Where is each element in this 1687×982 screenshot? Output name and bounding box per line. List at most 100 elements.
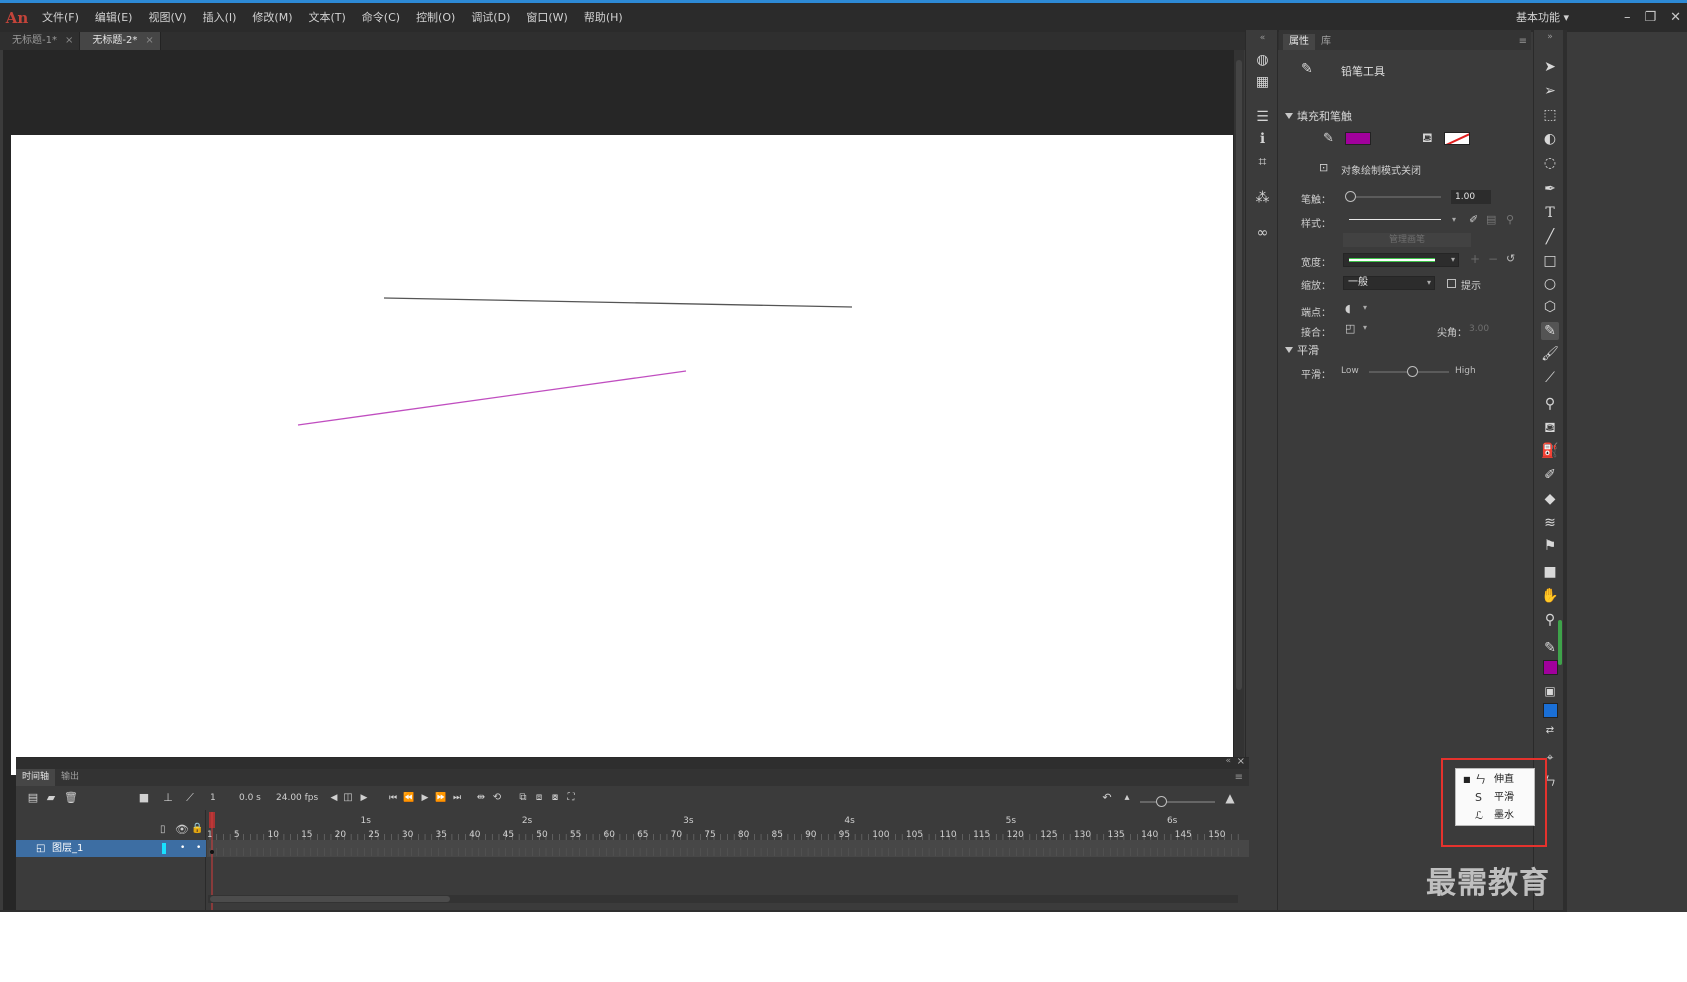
timeline-zoom-track[interactable]	[1140, 801, 1215, 803]
paint-bucket-tool-icon[interactable]: ⛾	[1541, 419, 1559, 437]
edit-style-icon[interactable]: ✐	[1469, 213, 1478, 226]
reset-width-icon[interactable]: ↺	[1506, 252, 1515, 265]
hint-checkbox[interactable]	[1447, 279, 1456, 288]
onion-outline-icon[interactable]: ⧈	[532, 790, 546, 806]
scrollbar-thumb[interactable]	[1236, 60, 1242, 690]
brush-tool-icon[interactable]: ⟋	[1541, 369, 1559, 387]
visibility-dot[interactable]: •	[180, 840, 185, 857]
collapse-arrows-icon[interactable]: «	[1254, 30, 1271, 47]
remove-width-icon[interactable]: −	[1488, 252, 1498, 266]
menu-commands[interactable]: 命令(C)	[354, 3, 408, 32]
join-round-icon[interactable]: ◰	[1345, 322, 1355, 335]
modify-markers-icon[interactable]: ⛶	[564, 790, 578, 806]
subselection-tool-icon[interactable]: ➢	[1541, 82, 1559, 100]
smooth-slider-knob[interactable]	[1407, 366, 1418, 377]
lock-icon[interactable]: 🔒	[191, 823, 203, 834]
keyframe-dot[interactable]	[210, 850, 214, 854]
pencil-tool-icon[interactable]: ✎	[1541, 322, 1559, 340]
frame-rate[interactable]: 24.00 fps	[276, 790, 318, 806]
tools-scroll-indicator[interactable]	[1558, 620, 1562, 665]
prev-keyframe-icon[interactable]: ◀	[328, 790, 340, 806]
pen-tool-icon[interactable]: ✒	[1541, 180, 1559, 198]
stroke-color-swatch[interactable]	[1345, 132, 1371, 145]
free-transform-tool-icon[interactable]: ⬚	[1541, 106, 1559, 124]
collapse-arrows-icon[interactable]: »	[1541, 28, 1559, 46]
center-frame-icon[interactable]: ⇹	[474, 790, 488, 806]
menu-help[interactable]: 帮助(H)	[576, 3, 631, 32]
bone-tool-icon[interactable]: ⚲	[1541, 395, 1559, 413]
menu-window[interactable]: 窗口(W)	[518, 3, 575, 32]
rectangle-tool-icon[interactable]: □	[1541, 252, 1559, 270]
polystar-tool-icon[interactable]: ⬡	[1541, 298, 1559, 316]
delete-layer-icon[interactable]: 🗑	[64, 790, 78, 806]
timeline-zoom-knob[interactable]	[1156, 796, 1167, 807]
graph-icon[interactable]: ⟋	[182, 790, 198, 806]
eye-icon[interactable]: 👁	[175, 823, 189, 836]
layer-color-outline[interactable]	[162, 843, 166, 854]
close-icon[interactable]: ×	[1237, 756, 1245, 767]
lasso-tool-icon[interactable]: ◌	[1541, 154, 1559, 172]
insert-keyframe-icon[interactable]: ◫	[342, 790, 354, 806]
width-profile-dropdown[interactable]: ▾	[1343, 253, 1459, 267]
stage-canvas[interactable]	[11, 135, 1233, 775]
swap-colors-icon[interactable]: ⇄	[1541, 722, 1559, 740]
close-window-button[interactable]: ✕	[1670, 10, 1681, 25]
transform-icon[interactable]: ⌗	[1254, 154, 1271, 171]
onion-skin-icon[interactable]: ⧉	[516, 790, 530, 806]
manage-brush-button[interactable]: 管理画笔	[1343, 233, 1471, 247]
next-keyframe-icon[interactable]: ▶	[358, 790, 370, 806]
hand-tool-icon[interactable]: ✋	[1541, 587, 1559, 605]
play-icon[interactable]: ▶	[418, 790, 432, 806]
section-fill-stroke[interactable]: 填充和笔触	[1279, 108, 1531, 123]
miter-value[interactable]: 3.00	[1469, 324, 1489, 334]
tab-library[interactable]: 库	[1315, 34, 1337, 50]
menu-edit[interactable]: 编辑(E)	[87, 3, 141, 32]
cap-round-icon[interactable]: ◖	[1345, 302, 1351, 315]
3d-rotation-tool-icon[interactable]: ◐	[1541, 130, 1559, 148]
brush-library-icon[interactable]: ▤	[1486, 213, 1496, 226]
menu-debug[interactable]: 调试(D)	[463, 3, 518, 32]
camera-tool-icon[interactable]: ■	[1541, 563, 1559, 581]
doc-tab-1[interactable]: 无标题-1* ×	[0, 32, 81, 50]
oval-tool-icon[interactable]: ○	[1541, 275, 1559, 293]
creative-cloud-icon[interactable]: ∞	[1254, 225, 1271, 242]
section-smooth[interactable]: 平滑	[1279, 342, 1531, 357]
variable-width-icon[interactable]: ⚲	[1506, 213, 1514, 226]
go-to-first-frame-icon[interactable]: ⏮	[386, 790, 400, 806]
scale-dropdown[interactable]: 一般 ▾	[1343, 276, 1435, 290]
menu-view[interactable]: 视图(V)	[140, 3, 194, 32]
object-draw-icon[interactable]: ⊡	[1319, 161, 1328, 174]
info-icon[interactable]: ℹ	[1254, 131, 1271, 148]
collapse-arrows-icon[interactable]: «	[1225, 756, 1231, 766]
paint-brush-tool-icon[interactable]: 🖌	[1541, 345, 1559, 363]
gray-pencil-line[interactable]	[383, 297, 853, 308]
tab-timeline[interactable]: 时间轴	[16, 769, 56, 786]
panel-menu-icon[interactable]: ≡	[1519, 34, 1531, 50]
style-dropdown[interactable]: ▾	[1343, 214, 1459, 228]
step-back-icon[interactable]: ⏪	[402, 790, 416, 806]
menu-modify[interactable]: 修改(M)	[244, 3, 300, 32]
zoom-out-timeline-icon[interactable]: ▴	[1120, 790, 1134, 806]
scrollbar-thumb[interactable]	[210, 896, 450, 902]
pin-tool-icon[interactable]: ⚑	[1541, 537, 1559, 555]
menu-file[interactable]: 文件(F)	[34, 3, 87, 32]
panel-menu-icon[interactable]: ≡	[1235, 769, 1249, 786]
chevron-down-icon[interactable]: ▾	[1363, 303, 1367, 312]
chevron-down-icon[interactable]: ▾	[1363, 323, 1367, 332]
layer-frame-strip[interactable]	[207, 840, 1249, 857]
components-icon[interactable]: ⁂	[1254, 190, 1271, 207]
loop-icon[interactable]: ⟲	[490, 790, 504, 806]
doc-tab-2[interactable]: 无标题-2* ×	[80, 32, 161, 50]
zoom-tool-icon[interactable]: ⚲	[1541, 611, 1559, 629]
layer-parenting-icon[interactable]: ⊥	[160, 790, 176, 806]
stroke-size-input[interactable]: 1.00	[1451, 190, 1491, 204]
new-layer-icon[interactable]: ▤	[26, 790, 40, 806]
swatches-icon[interactable]: ▦	[1254, 74, 1271, 91]
fill-color-chip[interactable]	[1543, 703, 1558, 718]
close-icon[interactable]: ×	[65, 32, 73, 50]
motion-presets-icon[interactable]: ◍	[1254, 52, 1271, 69]
current-frame[interactable]: 1	[210, 790, 216, 806]
stroke-slider-knob[interactable]	[1345, 191, 1356, 202]
ink-bottle-tool-icon[interactable]: ⛽	[1541, 442, 1559, 460]
new-folder-icon[interactable]: ▰	[44, 790, 58, 806]
